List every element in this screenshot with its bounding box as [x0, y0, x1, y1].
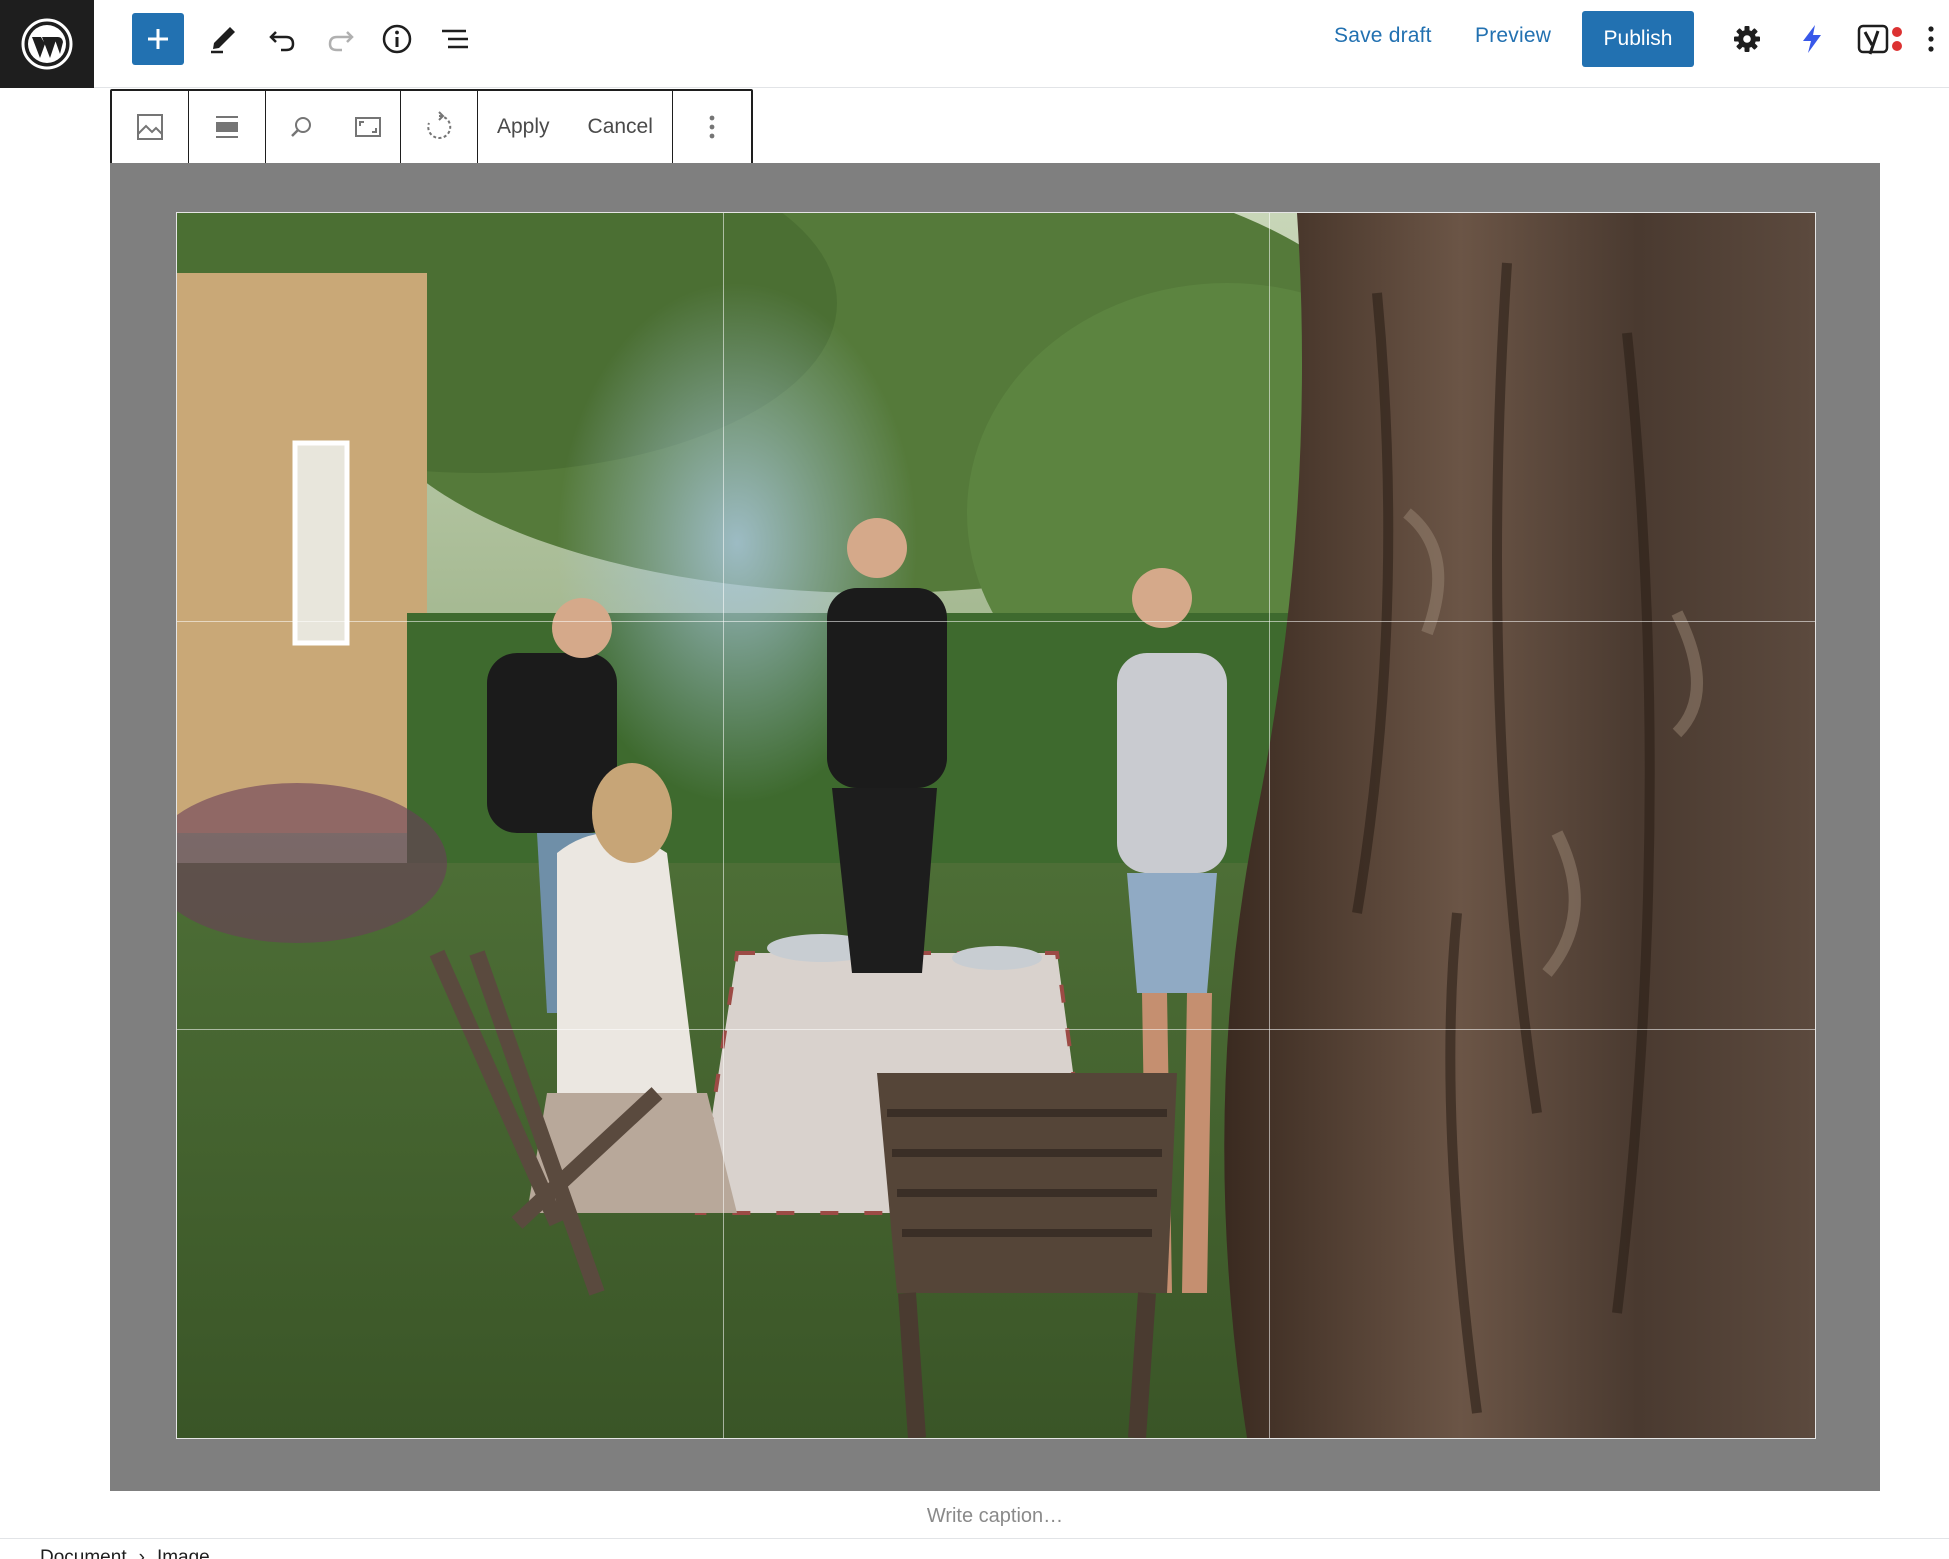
- align-icon: [216, 116, 238, 138]
- list-view-icon: [442, 29, 468, 49]
- block-options-button[interactable]: [673, 91, 751, 163]
- zoom-button[interactable]: [266, 91, 336, 163]
- caption-input[interactable]: Write caption…: [0, 1505, 1949, 1528]
- info-icon: [382, 24, 412, 54]
- plus-icon: [148, 29, 168, 49]
- crop-area[interactable]: [176, 212, 1816, 1439]
- zoom-icon: [291, 117, 311, 137]
- crop-grid-line: [1269, 213, 1270, 1438]
- image-block-toolbar: Apply Cancel: [110, 89, 753, 165]
- crop-tools-group: [266, 91, 401, 163]
- more-vertical-icon: [1928, 26, 1934, 52]
- rotate-icon: [427, 111, 452, 139]
- lightning-icon: [1803, 25, 1821, 53]
- image-icon: [137, 114, 163, 140]
- editor-footer: Document › Image: [0, 1538, 1949, 1559]
- crop-grid-line: [723, 213, 724, 1438]
- aspect-ratio-icon: [355, 117, 381, 137]
- options-button[interactable]: [1916, 15, 1946, 63]
- align-group: [189, 91, 266, 163]
- breadcrumb-image[interactable]: Image: [157, 1547, 210, 1559]
- pencil-icon: [211, 27, 235, 54]
- rotate-button[interactable]: [401, 91, 477, 163]
- crop-grid-line: [177, 1029, 1815, 1030]
- add-block-button[interactable]: [132, 13, 184, 65]
- undo-button[interactable]: [258, 15, 306, 63]
- save-draft-button[interactable]: Save draft: [1334, 24, 1432, 48]
- details-button[interactable]: [373, 15, 421, 63]
- crop-grid-line: [177, 621, 1815, 622]
- align-button[interactable]: [189, 91, 265, 163]
- block-type-button[interactable]: [112, 91, 188, 163]
- apply-button[interactable]: Apply: [478, 91, 569, 163]
- publish-button[interactable]: Publish: [1582, 11, 1694, 67]
- wordpress-logo-icon[interactable]: [0, 0, 94, 88]
- list-view-button[interactable]: [431, 15, 479, 63]
- editor-top-bar: Save draft Preview Publish: [0, 0, 1949, 88]
- garden-dinner-photo: [177, 213, 1815, 1438]
- redo-icon: [328, 31, 354, 52]
- settings-gear-icon: [1734, 26, 1760, 52]
- image-crop-stage: [110, 163, 1880, 1491]
- cancel-button[interactable]: Cancel: [569, 91, 672, 163]
- yoast-icon: [1857, 24, 1902, 55]
- redo-button[interactable]: [317, 15, 365, 63]
- preview-button[interactable]: Preview: [1475, 24, 1551, 48]
- tools-button[interactable]: [199, 15, 247, 63]
- rotate-group: [401, 91, 478, 163]
- more-vertical-icon: [709, 115, 715, 139]
- undo-icon: [269, 31, 295, 52]
- breadcrumb-document[interactable]: Document: [40, 1547, 127, 1559]
- breadcrumb: Document › Image: [40, 1547, 210, 1559]
- aspect-ratio-button[interactable]: [336, 91, 400, 163]
- breadcrumb-separator: ›: [138, 1547, 145, 1559]
- apply-cancel-group: Apply Cancel: [478, 91, 673, 163]
- more-options-group: [673, 91, 751, 163]
- settings-button[interactable]: [1723, 15, 1771, 63]
- block-type-group: [112, 91, 189, 163]
- yoast-button[interactable]: [1853, 15, 1911, 63]
- jetpack-button[interactable]: [1788, 15, 1836, 63]
